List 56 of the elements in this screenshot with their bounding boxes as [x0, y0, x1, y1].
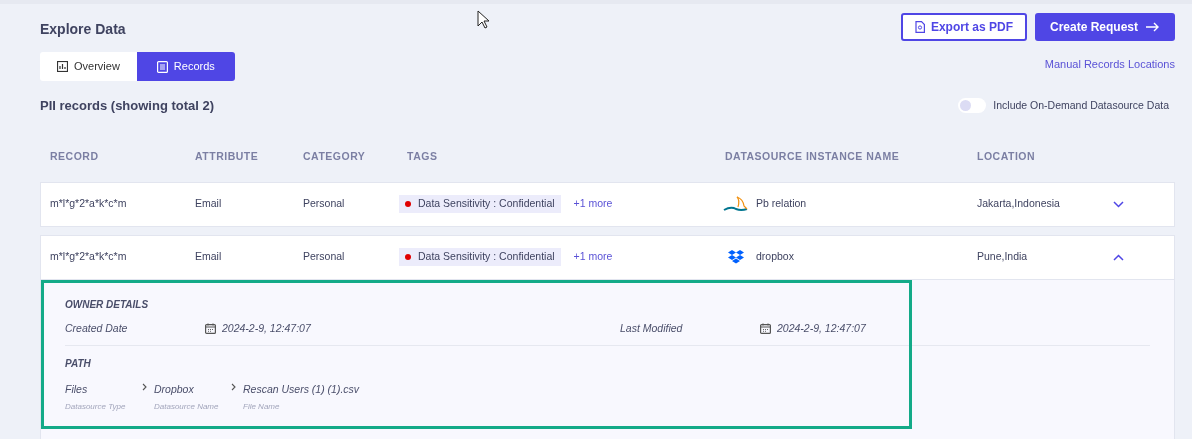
path-value: Rescan Users (1) (1).csv: [243, 382, 360, 398]
category-value: Personal: [303, 250, 345, 263]
manual-records-link[interactable]: Manual Records Locations: [1044, 56, 1175, 73]
chevron-up-icon[interactable]: [1113, 253, 1124, 261]
tab[interactable]: Records: [136, 52, 235, 81]
chevron-down-icon[interactable]: [1113, 200, 1124, 208]
record-row[interactable]: m*l*g*2*a*k*c*m Email Personal Data Sensitivity : Confidential +1 more Pb relation Jakarta,Indonesia: [40, 181, 1175, 227]
dropbox-logo-icon: [728, 250, 744, 264]
datasource-name: dropbox: [756, 249, 794, 265]
export-button[interactable]: Export as PDF: [900, 13, 1027, 41]
calendar-icon: [205, 322, 216, 334]
dolphin-logo-icon: [723, 196, 749, 212]
date-value: 2024-2-9, 12:47:07: [222, 320, 311, 336]
chevron-right-icon: [142, 383, 147, 392]
section-label: OWNER DETAILS: [65, 297, 150, 312]
more-tags-link[interactable]: +1 more: [573, 249, 613, 265]
path-value: Dropbox: [154, 382, 195, 398]
toggle-switch[interactable]: [958, 98, 987, 114]
path-value: Files: [65, 382, 89, 398]
tag-chip: Data Sensitivity : Confidential: [399, 195, 561, 213]
column-header: RECORD: [50, 149, 99, 162]
field-label: Created Date: [65, 320, 129, 336]
column-header: TAGS: [407, 149, 438, 162]
document-search-icon: [914, 21, 925, 33]
page-title: Explore Data: [40, 20, 126, 39]
attribute-value: Email: [195, 250, 222, 263]
path-caption: Datasource Type: [65, 401, 127, 413]
category-value: Personal: [303, 197, 345, 210]
path-caption: File Name: [243, 401, 281, 413]
section-heading: PII records (showing total 2): [40, 97, 215, 115]
toggle-label: Include On-Demand Datasource Data: [993, 97, 1169, 113]
create-request-button[interactable]: Create Request: [1034, 13, 1175, 41]
field-label: Last Modified: [620, 320, 684, 336]
arrow-right-icon: [1146, 22, 1160, 32]
column-header: LOCATION: [977, 149, 1036, 162]
location-value: Jakarta,Indonesia: [977, 197, 1060, 210]
record-row[interactable]: [40, 234, 1175, 439]
tag-chip: Data Sensitivity : Confidential: [399, 248, 561, 266]
column-header: ATTRIBUTE: [195, 149, 259, 162]
record-value: m*l*g*2*a*k*c*m: [50, 250, 127, 263]
document-icon: [156, 60, 168, 73]
chevron-right-icon: [231, 383, 236, 392]
more-tags-link[interactable]: +1 more: [573, 196, 613, 212]
column-header: CATEGORY: [303, 149, 366, 162]
tab[interactable]: Overview: [40, 52, 137, 81]
section-label: PATH: [65, 357, 92, 372]
path-caption: Datasource Name: [154, 401, 220, 413]
cursor-icon: [477, 10, 490, 29]
datasource-name: Pb relation: [756, 196, 807, 212]
chart-icon: [57, 61, 68, 72]
calendar-icon: [760, 322, 771, 334]
attribute-value: Email: [195, 197, 222, 210]
location-value: Pune,India: [977, 250, 1028, 263]
record-value: m*l*g*2*a*k*c*m: [50, 197, 127, 210]
date-value: 2024-2-9, 12:47:07: [777, 320, 866, 336]
column-header: DATASOURCE INSTANCE NAME: [725, 149, 900, 162]
